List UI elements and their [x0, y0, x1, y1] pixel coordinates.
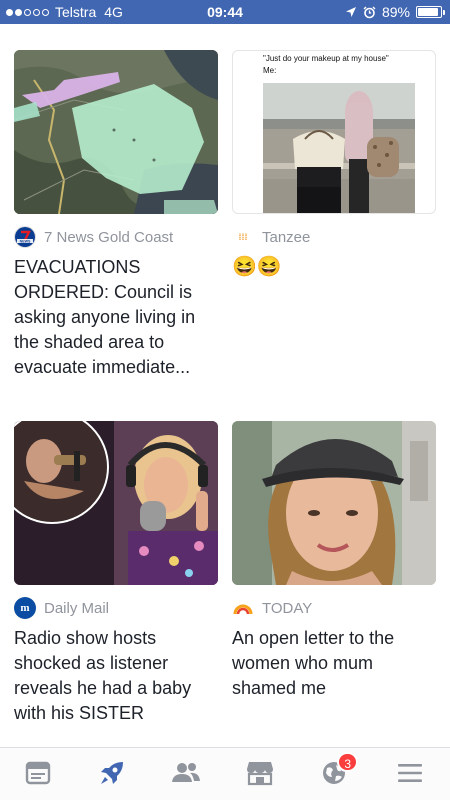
battery-percent: 89%	[381, 4, 410, 20]
daily-mail-logo-icon: m	[14, 597, 36, 619]
source-name: Daily Mail	[44, 599, 110, 617]
story-source[interactable]: m Daily Mail	[14, 596, 218, 620]
source-name: TODAY	[262, 599, 313, 617]
story-image-portrait[interactable]	[232, 421, 436, 585]
story-headline[interactable]: 😆😆	[232, 255, 436, 280]
tanzee-logo-icon: ⁞⁞⁞	[232, 226, 254, 248]
source-name: 7 News Gold Coast	[44, 228, 174, 246]
news-feed-icon	[25, 761, 51, 785]
svg-text:NEWS: NEWS	[20, 240, 31, 244]
battery-icon	[416, 6, 445, 18]
tab-news-feed[interactable]	[22, 758, 54, 788]
hamburger-menu-icon	[398, 764, 422, 782]
story-headline[interactable]: EVACUATIONS ORDERED: Council is asking a…	[14, 255, 218, 380]
status-right: 89%	[345, 4, 445, 20]
story-headline[interactable]: An open letter to the women who mum sham…	[232, 626, 436, 701]
tab-explore[interactable]	[96, 758, 128, 788]
source-name: Tanzee	[262, 228, 311, 246]
story-image-meme[interactable]: "Just do your makeup at my house" Me:	[232, 50, 436, 214]
marketplace-icon	[247, 762, 273, 786]
story-image-map[interactable]	[14, 50, 218, 214]
7news-logo-icon: NEWS	[14, 226, 36, 248]
meme-caption-sub: Me:	[263, 66, 277, 75]
rocket-icon	[101, 762, 123, 784]
tab-friends[interactable]	[170, 758, 202, 788]
notifications-badge: 3	[337, 752, 358, 772]
meme-caption-top: "Just do your makeup at my house"	[263, 54, 389, 63]
status-bar: Telstra 4G 09:44 89%	[0, 0, 450, 24]
location-arrow-icon	[345, 7, 356, 17]
story-source[interactable]: ⁞⁞⁞ Tanzee	[232, 225, 436, 249]
tab-notifications[interactable]: 3	[318, 752, 358, 788]
story-image-radio[interactable]	[14, 421, 218, 585]
story-source[interactable]: NEWS 7 News Gold Coast	[14, 225, 218, 249]
tab-marketplace[interactable]	[244, 758, 276, 788]
alarm-icon	[363, 6, 376, 18]
tab-menu[interactable]	[394, 758, 426, 788]
story-headline[interactable]: Radio show hosts shocked as listener rev…	[14, 626, 218, 726]
friends-icon	[172, 763, 200, 782]
bottom-tab-bar: 3	[0, 747, 450, 800]
story-source[interactable]: TODAY	[232, 596, 436, 620]
today-logo-icon	[232, 597, 254, 619]
